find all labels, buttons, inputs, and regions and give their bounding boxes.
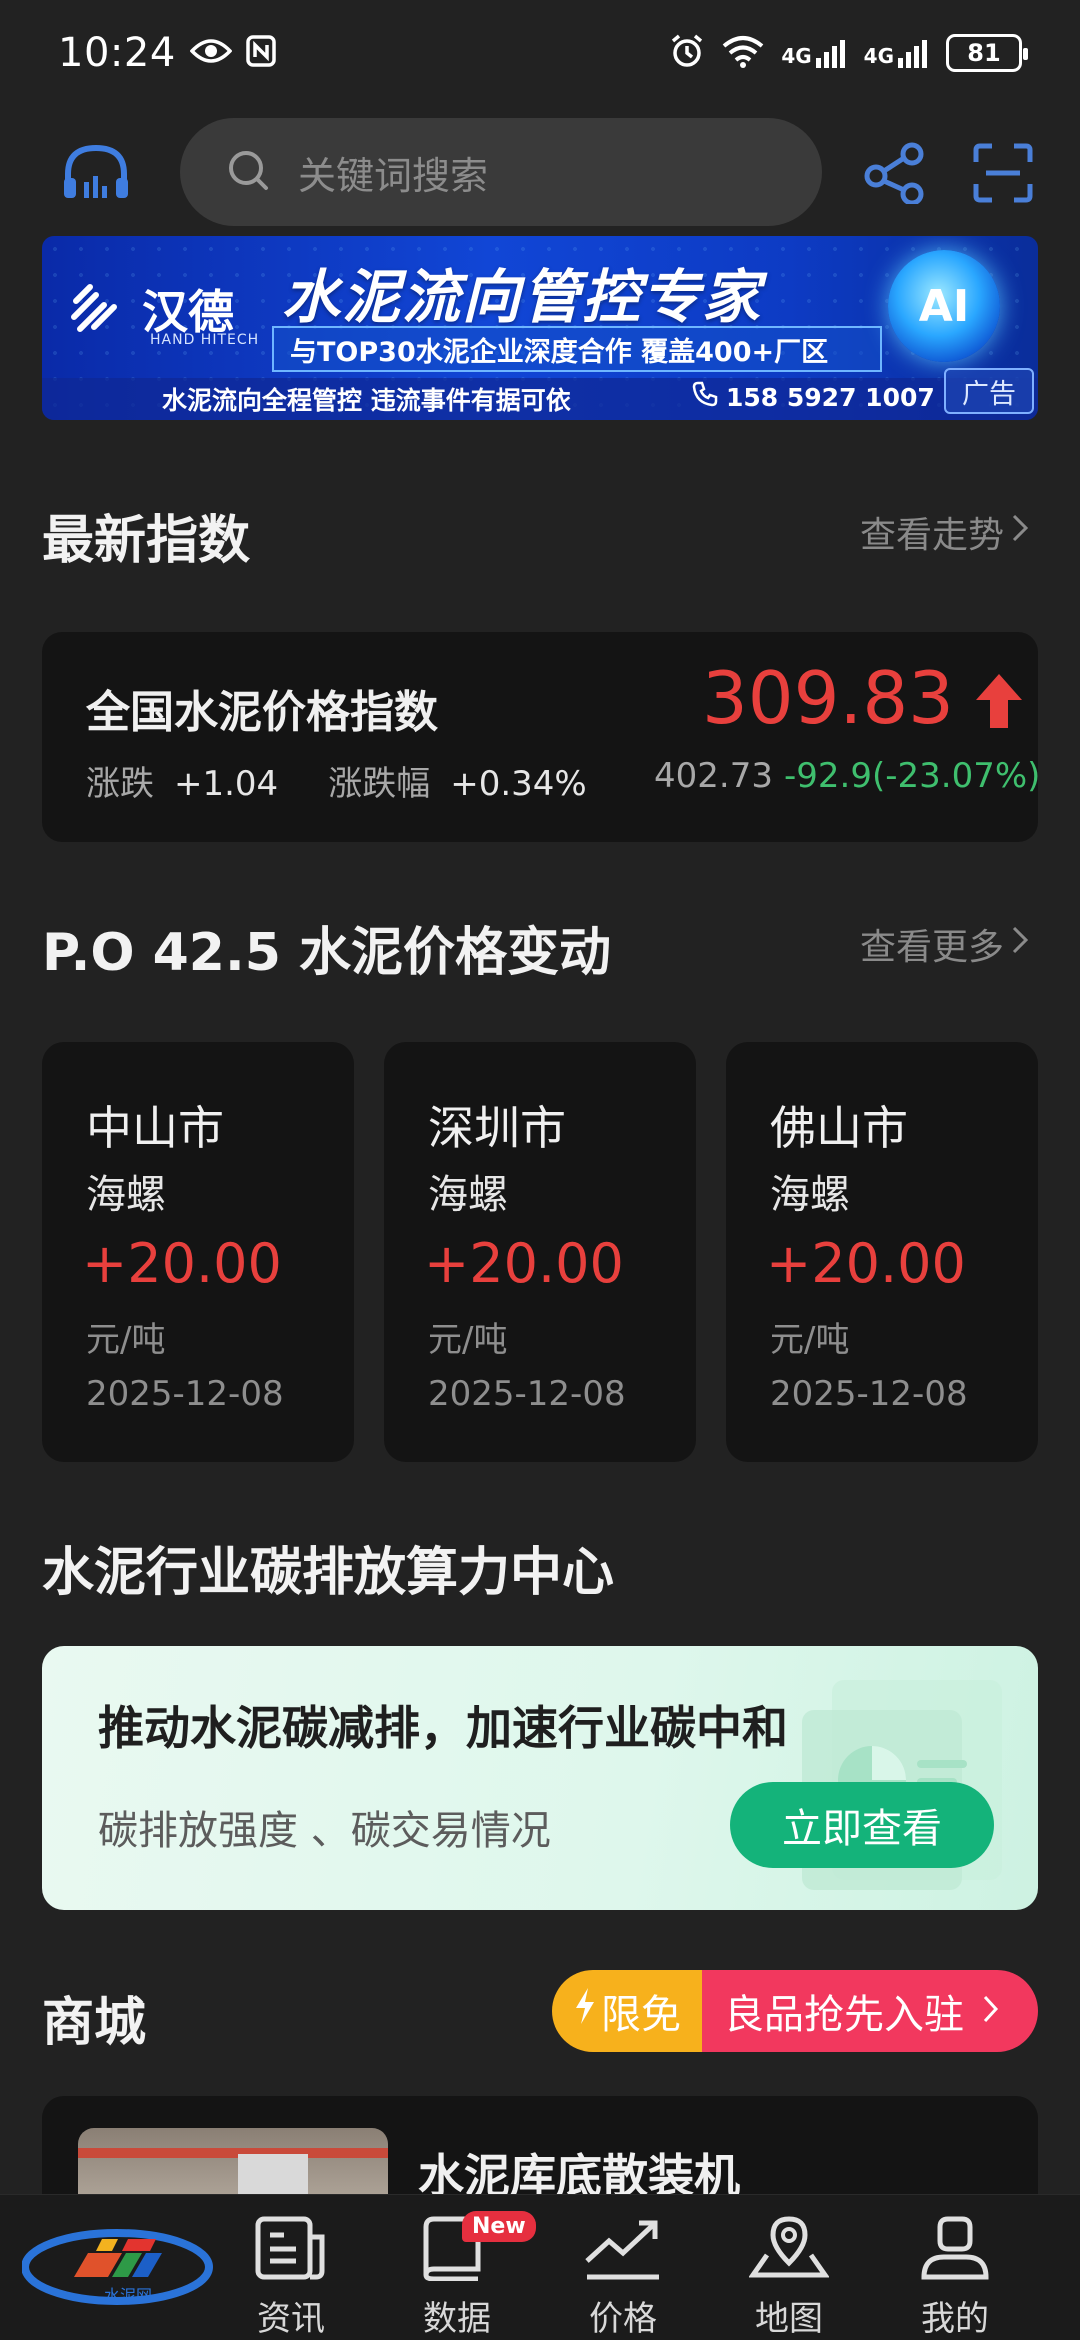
signal-icon-2: 4G bbox=[864, 38, 930, 68]
app-header: 关键词搜索 bbox=[0, 112, 1080, 232]
search-input[interactable]: 关键词搜索 bbox=[180, 118, 822, 226]
scan-icon[interactable] bbox=[972, 142, 1034, 208]
share-icon[interactable] bbox=[862, 142, 928, 208]
alarm-icon bbox=[669, 33, 705, 73]
status-bar: 10:24 4G 4G 81 bbox=[0, 0, 1080, 105]
index-section-title: 最新指数 bbox=[42, 511, 251, 571]
bottom-nav: 水泥网 资讯 New 数据 价格 地图 我的 bbox=[0, 2194, 1080, 2340]
chevron-right-icon bbox=[982, 1988, 1000, 2034]
price-date: 2025-12-08 bbox=[428, 1374, 626, 1414]
view-more-link[interactable]: 查看更多 bbox=[860, 918, 1030, 970]
price-date: 2025-12-08 bbox=[770, 1374, 968, 1414]
price-section-title: P.O 42.5 水泥价格变动 bbox=[42, 923, 612, 983]
pct-label: 涨跌幅 bbox=[328, 764, 431, 804]
logo-text: 水泥网 bbox=[104, 2286, 152, 2305]
ad-brand: 汉德 HAND HITECH bbox=[70, 276, 258, 348]
ad-brand-english: HAND HITECH bbox=[150, 332, 260, 348]
national-cement-index-card[interactable]: 全国水泥价格指数 309.83 涨跌 +1.04 涨跌幅 +0.34% 402.… bbox=[42, 632, 1041, 842]
promo-badge: 良品抢先入驻 bbox=[702, 1970, 1038, 2052]
view-trend-link[interactable]: 查看走势 bbox=[860, 506, 1030, 558]
view-trend-label: 查看走势 bbox=[859, 515, 1004, 556]
change-value: +1.04 bbox=[174, 764, 279, 804]
free-label: 限免 bbox=[601, 1992, 681, 2038]
arrow-up-icon bbox=[974, 672, 1024, 734]
nav-item-news[interactable]: 资讯 bbox=[226, 2215, 356, 2340]
ad-headline: 水泥流向管控专家 bbox=[282, 263, 763, 331]
carbon-section-title: 水泥行业碳排放算力中心 bbox=[42, 1543, 615, 1603]
ad-banner[interactable]: 汉德 HAND HITECH 水泥流向管控专家 与TOP30水泥企业深度合作 覆… bbox=[42, 236, 1038, 420]
nav-item-data[interactable]: New 数据 bbox=[392, 2211, 536, 2340]
nav-label: 价格 bbox=[589, 2299, 657, 2339]
user-profile-icon bbox=[918, 2215, 992, 2285]
price-brand: 海螺 bbox=[428, 1172, 508, 1218]
brand-logo-icon bbox=[70, 279, 130, 339]
price-city: 中山市 bbox=[86, 1101, 224, 1155]
prev-index-value: 402.73 bbox=[654, 756, 773, 796]
status-time: 10:24 bbox=[58, 29, 176, 76]
lightning-icon bbox=[573, 1986, 597, 2036]
price-card[interactable]: 中山市 海螺 +20.00 元/吨 2025-12-08 bbox=[42, 1042, 354, 1462]
pct-value: +0.34% bbox=[450, 764, 587, 804]
price-change: +20.00 bbox=[424, 1232, 624, 1295]
search-icon bbox=[226, 148, 270, 196]
signal-icon-1: 4G bbox=[781, 38, 847, 68]
view-more-label: 查看更多 bbox=[859, 927, 1004, 968]
nav-item-price[interactable]: 价格 bbox=[558, 2215, 688, 2340]
headset-icon[interactable] bbox=[60, 142, 132, 206]
price-brand: 海螺 bbox=[770, 1172, 850, 1218]
price-date: 2025-12-08 bbox=[86, 1374, 284, 1414]
index-name: 全国水泥价格指数 bbox=[86, 687, 438, 738]
free-badge: 限免 bbox=[552, 1970, 702, 2052]
mall-section-title: 商城 bbox=[42, 1993, 147, 2053]
price-change: +20.00 bbox=[82, 1232, 282, 1295]
carbon-banner[interactable]: 推动水泥碳减排，加速行业碳中和 碳排放强度 、碳交易情况 立即查看 bbox=[42, 1646, 1038, 1910]
nav-item-mine[interactable]: 我的 bbox=[890, 2215, 1020, 2340]
index-change-row: 涨跌 +1.04 涨跌幅 +0.34% bbox=[86, 756, 587, 805]
news-icon bbox=[254, 2215, 328, 2285]
ad-tag: 广告 bbox=[944, 368, 1034, 414]
carbon-card-subtitle: 碳排放强度 、碳交易情况 bbox=[98, 1808, 551, 1854]
nav-label: 资讯 bbox=[257, 2299, 325, 2339]
price-brand: 海螺 bbox=[86, 1172, 166, 1218]
price-change: +20.00 bbox=[766, 1232, 966, 1295]
phone-icon bbox=[692, 381, 718, 413]
ad-ai-badge: AI bbox=[888, 250, 1000, 362]
nav-item-map[interactable]: 地图 bbox=[724, 2215, 854, 2340]
price-city: 深圳市 bbox=[428, 1101, 566, 1155]
battery-icon: 81 bbox=[946, 33, 1028, 72]
price-unit: 元/吨 bbox=[86, 1320, 166, 1360]
ad-phone: 158 5927 1007 bbox=[692, 381, 935, 413]
nav-label: 我的 bbox=[921, 2299, 989, 2339]
eye-icon bbox=[189, 37, 233, 69]
ad-subline: 与TOP30水泥企业深度合作 覆盖400+厂区 bbox=[272, 326, 882, 372]
index-value: 309.83 bbox=[702, 656, 954, 740]
change-label: 涨跌 bbox=[86, 764, 154, 804]
price-card[interactable]: 深圳市 海螺 +20.00 元/吨 2025-12-08 bbox=[384, 1042, 696, 1462]
new-badge: New bbox=[462, 2211, 536, 2242]
ad-phone-number: 158 5927 1007 bbox=[726, 382, 935, 412]
nav-label: 地图 bbox=[755, 2299, 823, 2339]
carbon-card-title: 推动水泥碳减排，加速行业碳中和 bbox=[98, 1701, 788, 1755]
search-placeholder: 关键词搜索 bbox=[298, 153, 489, 198]
view-now-button[interactable]: 立即查看 bbox=[730, 1782, 994, 1868]
nfc-icon bbox=[246, 34, 276, 71]
price-card[interactable]: 佛山市 海螺 +20.00 元/吨 2025-12-08 bbox=[726, 1042, 1038, 1462]
mall-promo-badge[interactable]: 限免 良品抢先入驻 bbox=[552, 1970, 1038, 2052]
nav-label: 数据 bbox=[423, 2299, 491, 2339]
cement-net-logo[interactable]: 水泥网 bbox=[21, 2215, 222, 2315]
wifi-icon bbox=[721, 34, 765, 72]
map-pin-icon bbox=[748, 2215, 830, 2285]
promo-label: 良品抢先入驻 bbox=[724, 1992, 964, 2038]
index-delta: -92.9(-23.07%) bbox=[784, 756, 1041, 796]
price-trend-icon bbox=[583, 2215, 663, 2285]
price-unit: 元/吨 bbox=[770, 1320, 850, 1360]
chevron-right-icon bbox=[1010, 512, 1030, 553]
chevron-right-icon bbox=[1010, 924, 1030, 965]
price-unit: 元/吨 bbox=[428, 1320, 508, 1360]
battery-level: 81 bbox=[967, 38, 1001, 67]
price-city: 佛山市 bbox=[770, 1101, 908, 1155]
